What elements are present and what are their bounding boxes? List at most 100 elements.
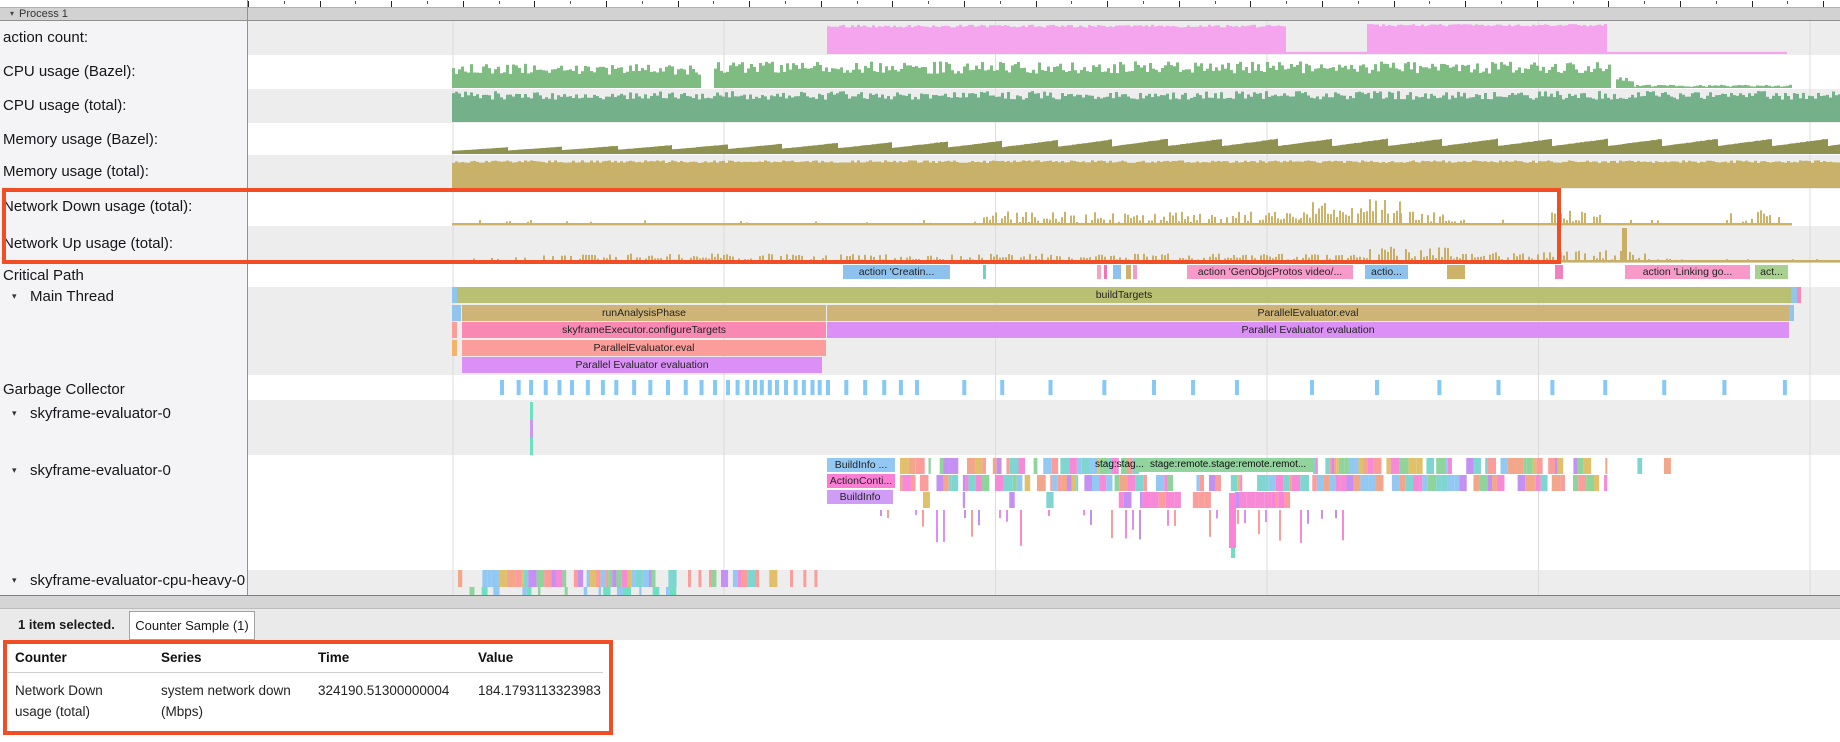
table-header-divider xyxy=(8,672,603,673)
timeline-slice[interactable] xyxy=(1789,305,1794,321)
timeline-slice[interactable] xyxy=(1797,287,1801,303)
ruler-tick-minor xyxy=(1501,1,1502,4)
overlapping-slice-label: stage:remote.stage:remote.remot... xyxy=(1150,459,1310,470)
ruler-tick-minor xyxy=(1143,1,1144,4)
ruler-tick-minor xyxy=(1787,1,1788,4)
timeline-slice[interactable] xyxy=(1133,265,1137,279)
collapse-arrow[interactable]: ▾ xyxy=(12,291,17,302)
track-chart-cpu-heavy[interactable] xyxy=(458,570,817,595)
details-panel: 1 item selected. Counter Sample (1) Coun… xyxy=(0,609,1840,742)
selection-status: 1 item selected. xyxy=(18,617,115,632)
details-tab-bar: 1 item selected. Counter Sample (1) xyxy=(0,609,1840,640)
col-header-counter[interactable]: Counter xyxy=(15,650,67,665)
ruler-tick-minor xyxy=(928,1,929,4)
timeline-slice[interactable]: BuildInfo xyxy=(827,490,893,504)
track-label-cpu-total: CPU usage (total): xyxy=(3,97,126,114)
timeline-slice[interactable]: runAnalysisPhase xyxy=(462,305,826,321)
ruler-tick-minor xyxy=(427,1,428,4)
track-label-sky1: skyframe-evaluator-0 xyxy=(30,405,171,422)
timeline-slice[interactable] xyxy=(1104,265,1107,279)
timeline-slice[interactable]: actio... xyxy=(1365,265,1408,279)
track-label-critical-path: Critical Path xyxy=(3,267,84,284)
collapse-arrow[interactable]: ▾ xyxy=(12,408,17,419)
track-label-main-thread: Main Thread xyxy=(30,288,114,305)
timeline-slice[interactable] xyxy=(1447,265,1465,279)
timeline-slice[interactable]: BuildInfo ... xyxy=(827,458,895,472)
timeline-slice[interactable]: Parallel Evaluator evaluation xyxy=(827,322,1789,338)
chevron-down-icon[interactable]: ▾ xyxy=(10,9,14,18)
panel-divider[interactable] xyxy=(247,0,248,595)
track-chart-cpu-bazel[interactable] xyxy=(452,61,1792,88)
timeline-slice[interactable]: action 'GenObjcProtos video/... xyxy=(1187,265,1353,279)
ruler-tick-minor xyxy=(284,1,285,4)
ruler-tick-minor xyxy=(1286,1,1287,4)
track-chart-mem-bazel[interactable] xyxy=(452,139,1840,154)
cell-series: system network down (Mbps) xyxy=(161,680,301,722)
track-label-net-up: Network Up usage (total): xyxy=(3,235,173,252)
horizontal-splitter[interactable] xyxy=(0,595,1840,609)
ruler-tick-minor xyxy=(499,1,500,4)
collapse-arrow[interactable]: ▾ xyxy=(12,465,17,476)
cell-value: 184.1793113323983 xyxy=(478,680,618,701)
timeline-slice[interactable] xyxy=(1097,265,1101,279)
timeline-slice[interactable]: buildTargets xyxy=(457,287,1791,303)
ruler-tick-minor xyxy=(1000,1,1001,4)
counter-sample-table: Counter Series Time Value Network Down u… xyxy=(0,640,640,742)
timeline-slice[interactable]: skyframeExecutor.configureTargets xyxy=(462,322,826,338)
track-chart-net-down[interactable] xyxy=(452,199,1792,225)
ruler-tick-minor xyxy=(857,1,858,4)
track-chart-mem-total[interactable] xyxy=(452,160,1840,188)
track-label-action-count: action count: xyxy=(3,29,88,46)
timeline-slice[interactable] xyxy=(452,322,457,338)
track-chart-cpu-total[interactable] xyxy=(452,91,1840,122)
track-label-cpu-heavy: skyframe-evaluator-cpu-heavy-0 xyxy=(30,572,245,589)
track-chart-sky1[interactable] xyxy=(530,402,533,455)
track-chart-action-count[interactable] xyxy=(827,24,1787,54)
track-label-gc: Garbage Collector xyxy=(3,381,125,398)
ruler-tick-minor xyxy=(1716,1,1717,4)
trace-viewer: ▾ Process 1 1 item selected. Counter Samp… xyxy=(0,0,1840,742)
timeline-slice[interactable]: action 'Linking go... xyxy=(1625,265,1750,279)
timeline-slice[interactable] xyxy=(1555,265,1563,279)
ruler-tick-minor xyxy=(785,1,786,4)
track-chart-net-up[interactable] xyxy=(452,228,1840,263)
track-chart-gc[interactable] xyxy=(500,380,1787,395)
ruler-tick-minor xyxy=(1429,1,1430,4)
timeline-slice[interactable]: ActionConti... xyxy=(827,474,895,488)
col-header-series[interactable]: Series xyxy=(161,650,202,665)
track-label-mem-total: Memory usage (total): xyxy=(3,163,149,180)
timeline-slice[interactable] xyxy=(452,305,461,321)
col-header-time[interactable]: Time xyxy=(318,650,349,665)
cell-counter: Network Down usage (total) xyxy=(15,680,140,722)
timeline-slice[interactable] xyxy=(452,340,457,356)
collapse-arrow[interactable]: ▾ xyxy=(12,575,17,586)
tab-counter-sample[interactable]: Counter Sample (1) xyxy=(129,611,255,640)
track-label-cpu-bazel: CPU usage (Bazel): xyxy=(3,63,136,80)
ruler-tick-minor xyxy=(1215,1,1216,4)
col-header-value[interactable]: Value xyxy=(478,650,513,665)
timeline-slice[interactable] xyxy=(1126,265,1131,279)
ruler-tick-minor xyxy=(1644,1,1645,4)
time-ruler[interactable] xyxy=(0,0,1840,7)
ruler-tick-minor xyxy=(1358,1,1359,4)
cell-time: 324190.51300000004 xyxy=(318,680,478,701)
track-chart-sky2[interactable] xyxy=(880,458,1671,558)
ruler-tick-minor xyxy=(713,1,714,4)
ruler-tick-minor xyxy=(1573,1,1574,4)
ruler-tick-minor xyxy=(642,1,643,4)
process-header[interactable]: ▾ Process 1 xyxy=(0,7,1840,21)
track-label-sky2: skyframe-evaluator-0 xyxy=(30,462,171,479)
timeline-slice[interactable]: act... xyxy=(1755,265,1788,279)
timeline-slice[interactable]: ParallelEvaluator.eval xyxy=(462,340,826,356)
ruler-tick-minor xyxy=(570,1,571,4)
process-title: Process 1 xyxy=(19,8,68,20)
ruler-tick-minor xyxy=(1071,1,1072,4)
track-label-mem-bazel: Memory usage (Bazel): xyxy=(3,131,158,148)
timeline-slice[interactable] xyxy=(983,265,986,279)
timeline-slice[interactable]: action 'Creatin... xyxy=(843,265,950,279)
ruler-tick-minor xyxy=(355,1,356,4)
timeline-slice[interactable]: Parallel Evaluator evaluation xyxy=(462,357,822,373)
timeline-slice[interactable] xyxy=(1113,265,1121,279)
timeline-slice[interactable]: ParallelEvaluator.eval xyxy=(827,305,1789,321)
track-label-net-down: Network Down usage (total): xyxy=(3,198,192,215)
